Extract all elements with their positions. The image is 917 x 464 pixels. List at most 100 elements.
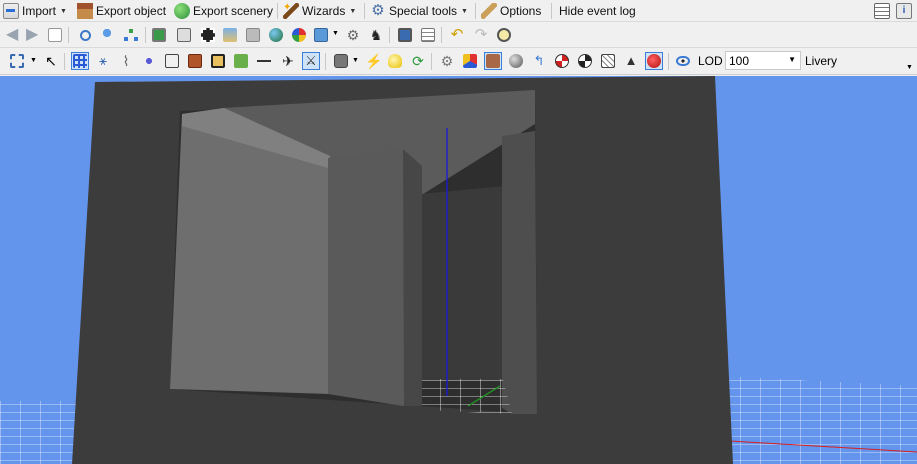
separator (277, 3, 278, 19)
wizards-label: Wizards (302, 4, 346, 18)
tool-button[interactable] (140, 52, 158, 70)
cube-icon (165, 54, 179, 68)
scene-render (0, 76, 917, 464)
tool-button[interactable] (209, 52, 227, 70)
chevron-down-icon[interactable]: ▼ (352, 57, 359, 64)
tool-button[interactable] (150, 26, 168, 44)
toolbar-overflow-icon[interactable]: ▼ (906, 64, 913, 71)
tool-button[interactable] (419, 26, 437, 44)
light-bulb-button[interactable] (386, 52, 404, 70)
zoom-button[interactable] (76, 26, 94, 44)
tool-button[interactable] (461, 52, 479, 70)
tool-button[interactable] (221, 26, 239, 44)
chevron-down-icon[interactable]: ▼ (60, 8, 67, 15)
undo-button[interactable]: ↶ (448, 26, 466, 44)
floor-grid (422, 379, 512, 414)
tool-button[interactable]: ⚙ (344, 26, 362, 44)
tool-button[interactable] (199, 26, 217, 44)
magnifier-icon (79, 29, 91, 41)
refresh-icon: ⟳ (412, 53, 424, 69)
film-icon (201, 28, 215, 42)
toolbar-navigation: ◀ ▶ ▼ ⚙ ♞ ↶ ↷ (0, 22, 917, 48)
tool-button[interactable] (553, 52, 571, 70)
special-tools-label: Special tools (389, 4, 458, 18)
tool-button[interactable]: ✈ (279, 52, 297, 70)
special-tools-menu[interactable]: ⚙ Special tools ▼ (370, 1, 468, 21)
livery-label: Livery (805, 54, 838, 68)
import-menu[interactable]: Import ▼ (3, 1, 67, 21)
chevron-down-icon[interactable]: ▼ (461, 8, 468, 15)
hierarchy-button[interactable] (122, 26, 140, 44)
tool-button[interactable]: ↰ (530, 52, 548, 70)
import-icon (3, 3, 19, 19)
refresh-button[interactable]: ⟳ (409, 52, 427, 70)
lod-value: 100 (729, 53, 750, 68)
wrench-icon (481, 3, 497, 19)
tool-button[interactable]: ⌇ (117, 52, 135, 70)
forward-button[interactable]: ▶ (24, 26, 42, 44)
placement-button[interactable] (98, 26, 116, 44)
tool-button[interactable] (576, 52, 594, 70)
tool-button[interactable] (175, 26, 193, 44)
export-scenery-button[interactable]: Export scenery (174, 1, 273, 21)
tool-button[interactable]: ♞ (367, 26, 385, 44)
about-button[interactable]: i (896, 1, 912, 21)
grid-toggle-button[interactable] (71, 52, 89, 70)
brick-icon (188, 54, 202, 68)
teapot-icon (647, 54, 661, 68)
molecule-icon (142, 54, 156, 68)
tool-button[interactable]: ▲ (622, 52, 640, 70)
chevron-down-icon[interactable]: ▼ (30, 57, 37, 64)
teapot-toggle-button[interactable] (645, 52, 663, 70)
tool-button[interactable]: ⚙ (438, 52, 456, 70)
tool-button[interactable] (186, 52, 204, 70)
back-button[interactable]: ◀ (4, 26, 22, 44)
chevron-down-icon[interactable]: ▼ (788, 55, 796, 64)
tool-button[interactable]: ⚹ (94, 52, 112, 70)
separator (68, 27, 69, 43)
tool-button[interactable] (290, 26, 308, 44)
light-bulb-icon (388, 54, 402, 68)
3d-viewport[interactable] (0, 76, 917, 464)
tool-button[interactable] (312, 26, 330, 44)
export-object-button[interactable]: Export object (77, 1, 166, 21)
globe-icon (269, 28, 283, 42)
hide-event-log-button[interactable]: Hide event log (559, 1, 636, 21)
tool-button[interactable] (507, 52, 525, 70)
wizards-menu[interactable]: ✦ Wizards ▼ (283, 1, 356, 21)
tool-button[interactable] (163, 52, 181, 70)
light-button[interactable]: ⚡ (363, 52, 382, 70)
tool-button[interactable] (244, 26, 262, 44)
texture-toggle-button[interactable] (484, 52, 502, 70)
export-object-label: Export object (96, 4, 167, 18)
timer-button[interactable] (495, 26, 513, 44)
picture-icon (223, 28, 237, 42)
tool-button[interactable] (396, 26, 414, 44)
undo-icon: ↶ (450, 26, 464, 43)
tool-button[interactable] (232, 52, 250, 70)
tool-button[interactable] (255, 52, 273, 70)
cursor-icon: ↖ (45, 53, 57, 69)
redo-button[interactable]: ↷ (472, 26, 490, 44)
chevron-down-icon[interactable]: ▼ (349, 8, 356, 15)
separator (431, 53, 432, 70)
tool-button-selected[interactable]: ⚔ (302, 52, 320, 70)
pillar-side (403, 149, 422, 406)
tool-button[interactable] (267, 26, 285, 44)
clock-icon (497, 28, 511, 42)
lod-select[interactable]: 100 ▼ (725, 51, 801, 70)
document-button[interactable] (46, 26, 64, 44)
tool-button[interactable] (599, 52, 617, 70)
select-button[interactable]: ↖ (42, 52, 60, 70)
separator (364, 3, 365, 19)
list-icon (421, 28, 435, 42)
gear-icon: ⚙ (371, 2, 385, 19)
fit-view-button[interactable] (8, 52, 26, 70)
ground-grid-right (720, 376, 917, 464)
camera-button[interactable] (332, 52, 350, 70)
options-button[interactable]: Options (481, 1, 541, 21)
chevron-down-icon[interactable]: ▼ (332, 30, 339, 37)
separator (64, 53, 65, 70)
help-button[interactable] (874, 1, 890, 21)
view-button[interactable] (674, 52, 692, 70)
